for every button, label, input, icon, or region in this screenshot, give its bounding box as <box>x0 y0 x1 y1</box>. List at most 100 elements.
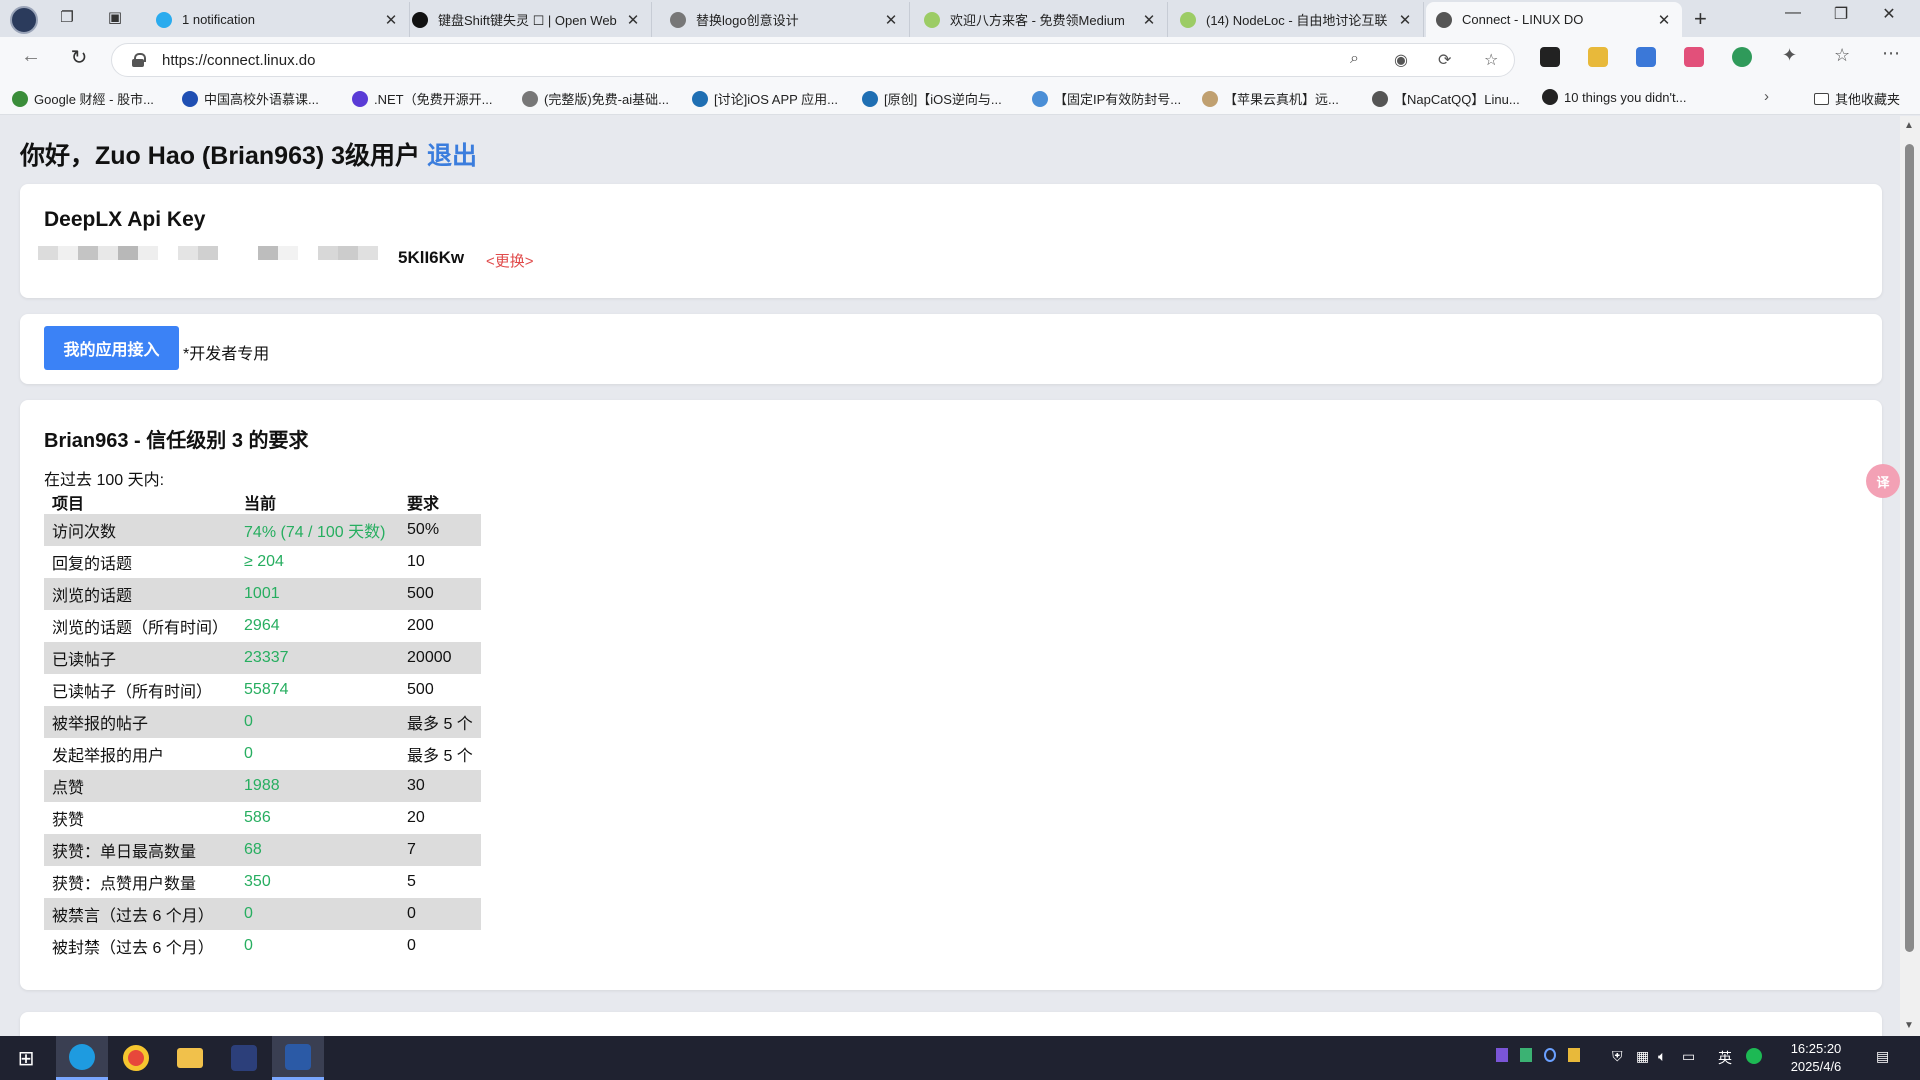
table-row: 已读帖子（所有时间） 55874 500 <box>44 674 481 706</box>
taskbar-chrome[interactable] <box>110 1036 162 1080</box>
new-tab-button[interactable]: + <box>1694 6 1707 32</box>
browser-tab[interactable]: (14) NodeLoc - 自由地讨论互联 ✕ <box>1170 2 1424 37</box>
bookmark-favicon-icon <box>1542 89 1558 105</box>
browser-tab[interactable]: 键盘Shift键失灵 ☐ | Open Web ✕ <box>402 2 652 37</box>
bookmarks-bar: Google 财經 - 股市... 中国高校外语慕课... .NET（免费开源开..… <box>0 82 1920 115</box>
bookmark-favicon-icon <box>12 90 28 107</box>
browser-tab[interactable]: 替换logo创意设计 ✕ <box>660 2 910 37</box>
url-text[interactable]: https://connect.linux.do <box>162 52 315 69</box>
close-tab-icon[interactable]: ✕ <box>1656 11 1672 29</box>
table-row: 获赞 586 20 <box>44 802 481 834</box>
extension-grid-icon[interactable] <box>1636 47 1656 67</box>
tray-green-icon[interactable] <box>1746 1048 1762 1064</box>
page-scrollbar[interactable]: ▲ ▼ <box>1900 116 1920 1036</box>
greeting-text: 你好，Zuo Hao (Brian963) 3级用户 <box>20 142 421 170</box>
close-tab-icon[interactable]: ✕ <box>625 11 641 29</box>
restore-button[interactable]: ❐ <box>1818 4 1864 24</box>
display-icon[interactable]: ▭ <box>1682 1048 1695 1065</box>
bookmark-item[interactable]: Google 财經 - 股市... <box>12 89 154 108</box>
edge-icon <box>69 1043 95 1070</box>
close-tab-icon[interactable]: ✕ <box>383 11 399 29</box>
tray-app-icon[interactable] <box>1496 1048 1508 1062</box>
extension-notify-icon[interactable] <box>1540 47 1560 67</box>
change-key-link[interactable]: <更换> <box>486 250 534 271</box>
table-header-row: 项目 当前 要求 <box>44 490 481 514</box>
eye-icon[interactable]: ◉ <box>1394 50 1408 70</box>
bookmark-item[interactable]: (完整版)免费-ai基础... <box>522 89 669 108</box>
apikey-value: 5KlI6Kw <box>398 248 465 267</box>
tray-color-icon[interactable] <box>1568 1048 1580 1062</box>
taskbar-clock[interactable]: 16:25:20 2025/4/6 <box>1776 1040 1856 1076</box>
ime-indicator[interactable]: 英 <box>1718 1048 1732 1068</box>
menu-icon[interactable]: ⋯ <box>1882 43 1900 64</box>
cell-current: 350 <box>244 873 271 890</box>
bookmark-item[interactable]: [原创]【iOS逆向与... <box>862 89 1002 108</box>
shield-icon[interactable]: ⛨ <box>1612 1048 1623 1065</box>
browser-tab[interactable]: 欢迎八方来客 - 免费领Medium ✕ <box>914 2 1168 37</box>
page-viewport: 你好，Zuo Hao (Brian963) 3级用户 退出 DeepLX Api… <box>0 116 1900 1036</box>
volume-icon[interactable]: 🔈︎ <box>1658 1048 1666 1065</box>
bookmark-item[interactable]: 【苹果云真机】远... <box>1202 89 1339 108</box>
bookmark-item[interactable]: 【固定IP有效防封号... <box>1032 89 1181 108</box>
translate-icon[interactable]: ⟳ <box>1438 50 1451 70</box>
bookmark-item[interactable]: 【NapCatQQ】Linu... <box>1372 89 1520 108</box>
table-row: 访问次数 74% (74 / 100 天数) 50% <box>44 514 481 546</box>
table-row: 浏览的话题 1001 500 <box>44 578 481 610</box>
bookmark-item[interactable]: 中国高校外语慕课... <box>182 89 319 108</box>
extension-translate-icon[interactable] <box>1684 47 1704 67</box>
taskbar-powershell[interactable] <box>272 1036 324 1080</box>
workspaces-icon[interactable]: ❐ <box>56 8 78 28</box>
scroll-down-icon[interactable]: ▼ <box>1904 1020 1914 1031</box>
cell-current: 23337 <box>236 642 400 674</box>
extension-shield-icon[interactable] <box>1732 47 1752 67</box>
table-row: 发起举报的用户 0 最多 5 个 <box>44 738 481 770</box>
scroll-thumb[interactable] <box>1905 144 1914 952</box>
vertical-tabs-icon[interactable]: ▣ <box>104 8 126 28</box>
reload-button[interactable]: ↻ <box>64 45 94 70</box>
zoom-icon[interactable]: ⌕ <box>1350 50 1359 68</box>
extensions-puzzle-icon[interactable]: ✦ <box>1782 45 1797 66</box>
floating-translate-icon[interactable]: 译 <box>1866 464 1900 498</box>
favorites-icon[interactable]: ☆ <box>1834 45 1850 66</box>
redacted-key-block <box>38 246 378 260</box>
minimize-button[interactable]: — <box>1770 4 1816 22</box>
favorite-star-icon[interactable]: ☆ <box>1484 50 1498 70</box>
notification-icon[interactable]: ▤ <box>1876 1048 1889 1065</box>
bookmark-item[interactable]: [讨论]iOS APP 应用... <box>692 89 838 108</box>
back-button[interactable]: ← <box>16 45 46 68</box>
folder-icon <box>177 1048 203 1068</box>
start-button[interactable]: ⊞ <box>0 1036 52 1080</box>
lock-icon[interactable] <box>132 53 146 67</box>
cell-required: 0 <box>399 898 481 930</box>
close-tab-icon[interactable]: ✕ <box>883 11 899 29</box>
network-icon[interactable]: ▦ <box>1636 1048 1649 1065</box>
cell-required: 20000 <box>399 642 481 674</box>
taskbar-explorer[interactable] <box>164 1036 216 1080</box>
bookmark-item[interactable]: .NET（免费开源开... <box>352 89 492 108</box>
chevron-right-icon[interactable]: › <box>1764 88 1769 105</box>
tray-grid-icon[interactable] <box>1520 1048 1532 1062</box>
bookmark-item[interactable]: 10 things you didn't... <box>1542 89 1686 105</box>
other-bookmarks-folder[interactable]: 其他收藏夹 <box>1814 89 1900 108</box>
developer-note: *开发者专用 <box>183 346 270 363</box>
tray-circle-icon[interactable] <box>1544 1048 1556 1062</box>
browser-tab[interactable]: Connect - LINUX DO ✕ <box>1426 2 1682 37</box>
browser-tab[interactable]: 1 notification ✕ <box>146 2 410 37</box>
taskbar-app[interactable] <box>218 1036 270 1080</box>
profile-avatar[interactable] <box>10 6 38 34</box>
address-bar[interactable]: https://connect.linux.do ⌕ ◉ ⟳ ☆ <box>111 43 1515 77</box>
logout-link[interactable]: 退出 <box>427 142 477 170</box>
chrome-icon <box>123 1045 149 1071</box>
browser-toolbar: ← ↻ https://connect.linux.do ⌕ ◉ ⟳ ☆ ✦ ☆… <box>0 37 1920 82</box>
close-tab-icon[interactable]: ✕ <box>1141 11 1157 29</box>
scroll-up-icon[interactable]: ▲ <box>1904 120 1914 131</box>
tab-title: 替换logo创意设计 <box>696 13 799 28</box>
taskbar-edge[interactable] <box>56 1036 108 1080</box>
close-window-button[interactable]: ✕ <box>1866 4 1912 24</box>
tab-title: 键盘Shift键失灵 ☐ | Open Web <box>438 13 617 28</box>
my-app-access-button[interactable]: 我的应用接入 <box>44 326 179 370</box>
extension-folder-icon[interactable] <box>1588 47 1608 67</box>
close-tab-icon[interactable]: ✕ <box>1397 11 1413 29</box>
table-row: 获赞：点赞用户数量 350 5 <box>44 866 481 898</box>
cell-current: 0 <box>244 745 253 762</box>
